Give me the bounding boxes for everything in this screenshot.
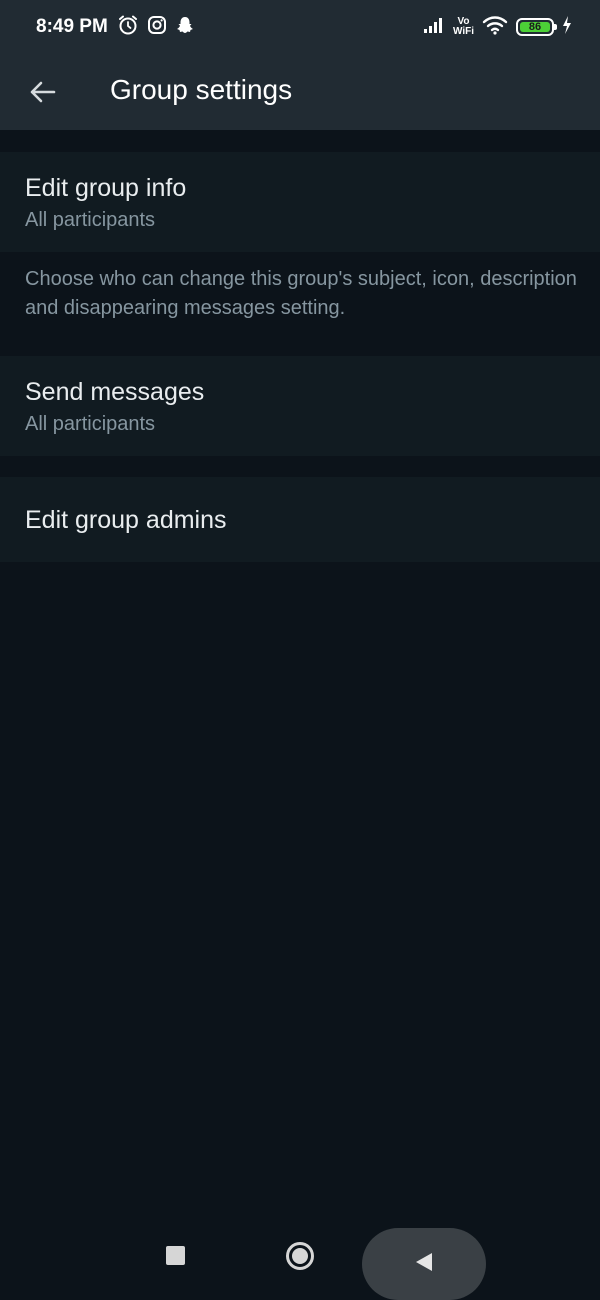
snapchat-icon (175, 15, 195, 40)
battery-fill: 86 (520, 21, 550, 33)
status-time: 8:49 PM (36, 16, 108, 37)
home-icon[interactable] (286, 1242, 314, 1270)
back-icon (414, 1251, 434, 1278)
notification-icons (117, 15, 195, 39)
nav-back-button[interactable] (362, 1228, 486, 1300)
edit-group-info-title: Edit group info (25, 174, 187, 202)
send-messages-row[interactable]: Send messages All participants (0, 356, 600, 456)
system-icons: Vo WiFi 86 (423, 14, 572, 40)
app-bar: Group settings (0, 56, 600, 130)
instagram-icon (147, 15, 167, 40)
arrow-back-icon (28, 80, 56, 109)
battery-icon: 86 (516, 18, 557, 36)
edit-group-info-description: Choose who can change this group's subje… (25, 268, 577, 319)
vowifi-line2: WiFi (452, 26, 474, 37)
send-messages-title: Send messages (25, 378, 205, 406)
send-messages-value: All participants (25, 413, 156, 435)
battery-level: 86 (528, 21, 542, 33)
back-button[interactable] (18, 70, 66, 118)
vowifi-icon: Vo WiFi (453, 17, 474, 37)
status-bar: 8:49 PM Vo WiFi 86 (0, 0, 600, 56)
edit-group-admins-title: Edit group admins (25, 506, 227, 534)
edit-group-admins-row[interactable]: Edit group admins (0, 477, 600, 562)
page-title: Group settings (110, 74, 293, 105)
recents-icon[interactable] (166, 1246, 185, 1265)
alarm-icon (117, 14, 139, 41)
wifi-icon (482, 15, 508, 40)
edit-group-info-row[interactable]: Edit group info All participants (0, 152, 600, 252)
system-nav-bar (0, 1210, 600, 1300)
charging-icon (562, 15, 572, 39)
edit-group-info-value: All participants (25, 209, 156, 231)
signal-icon (423, 16, 445, 39)
